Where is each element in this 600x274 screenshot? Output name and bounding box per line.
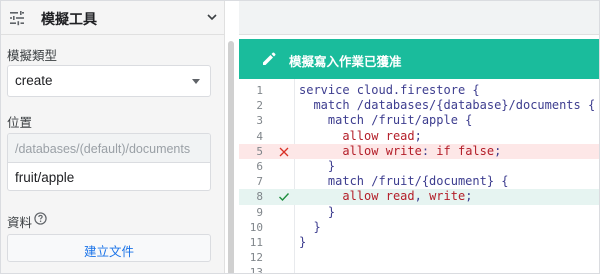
editor-toolbar (239, 1, 599, 35)
code-text: } (299, 204, 336, 219)
simulation-type-value: create (15, 73, 53, 88)
code-text: allow read, write; (342, 189, 473, 204)
sidebar-title: 模擬工具 (41, 11, 97, 27)
simulation-type-select[interactable]: create (7, 65, 211, 97)
line-number: 6 (256, 160, 263, 173)
code-text: match /databases/{database}/documents { (299, 98, 596, 113)
scrollbar-thumb[interactable] (228, 41, 234, 273)
code-text: service cloud.firestore { (299, 83, 480, 97)
line-number: 9 (256, 205, 263, 219)
close-icon (279, 147, 289, 157)
line-number: 8 (256, 190, 263, 204)
simulator-sidebar: 模擬工具 模擬類型 create 位置 /databases/(default)… (1, 1, 225, 273)
code-line: 13 (239, 265, 599, 274)
location-input[interactable] (15, 170, 203, 185)
code-text: allow read; (342, 128, 422, 143)
line-number: 2 (256, 99, 263, 113)
line-number: 12 (249, 251, 263, 265)
pencil-icon (263, 52, 276, 65)
code-text: allow write: if false; (342, 143, 502, 158)
code-line: 11 } (239, 235, 599, 250)
location-prefix-text: /databases/(default)/documents (15, 142, 191, 156)
line-number: 5 (256, 144, 263, 158)
chevron-down-icon[interactable] (206, 11, 218, 23)
location-label: 位置 (7, 116, 33, 130)
rules-editor[interactable]: 1 service cloud.firestore { 2 match /dat… (239, 79, 599, 274)
code-line: 10 } (239, 219, 599, 235)
sidebar-header[interactable]: 模擬工具 (1, 1, 225, 35)
location-field: /databases/(default)/documents (7, 133, 211, 191)
line-number: 7 (256, 175, 263, 189)
tune-icon (10, 11, 24, 26)
code-line-allowed: 8 allow read, write; (239, 189, 599, 205)
build-document-label: 建立文件 (83, 245, 134, 259)
location-prefix: /databases/(default)/documents (8, 134, 210, 163)
line-number: 11 (249, 236, 263, 249)
code-text: } (299, 159, 336, 173)
check-icon (279, 193, 290, 202)
code-line: 9 } (239, 204, 599, 220)
code-line: 3 match /fruit/apple { (239, 113, 599, 128)
line-number: 10 (249, 220, 263, 234)
banner-message: 模擬寫入作業已獲准 (289, 55, 402, 69)
simulation-type-label: 模擬類型 (7, 49, 58, 63)
code-text: match /fruit/apple { (299, 113, 473, 128)
data-label: 資料 (7, 216, 33, 230)
rules-simulator: 模擬工具 模擬類型 create 位置 /databases/(default)… (0, 0, 600, 274)
code-line: 2 match /databases/{database}/documents … (239, 98, 599, 113)
line-number: 4 (256, 129, 263, 143)
code-text: match /fruit/{document} { (299, 174, 509, 189)
line-number: 1 (256, 84, 263, 97)
help-circle-icon[interactable] (34, 212, 47, 225)
code-line-error: 5 allow write: if false; (239, 143, 599, 159)
code-line: 7 match /fruit/{document} { (239, 174, 599, 189)
dropdown-arrow-icon (192, 79, 200, 84)
code-line: 6 } (239, 159, 599, 174)
result-banner: 模擬寫入作業已獲准 (239, 39, 599, 79)
code-line: 12 (239, 250, 599, 265)
code-line: 1 service cloud.firestore { (239, 83, 599, 98)
code-text: } (299, 219, 321, 234)
build-document-button[interactable]: 建立文件 (7, 234, 211, 262)
code-line: 4 allow read; (239, 128, 599, 144)
code-text: } (299, 235, 307, 249)
line-number: 13 (249, 266, 263, 274)
sidebar-scrollbar[interactable] (227, 41, 235, 273)
line-number: 3 (256, 114, 263, 128)
